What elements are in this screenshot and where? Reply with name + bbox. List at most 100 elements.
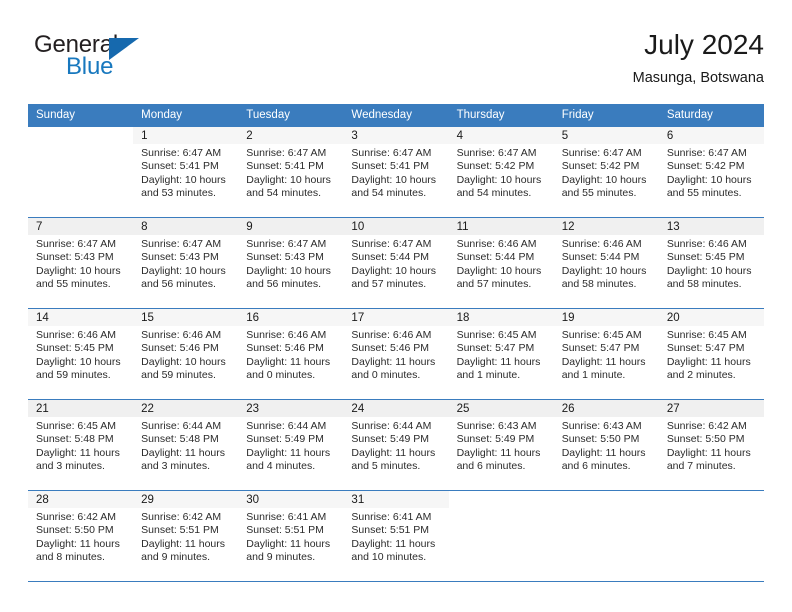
day-cell-inner — [28, 127, 134, 217]
calendar-day-cell[interactable]: 11 Sunrise: 6:46 AM Sunset: 5:44 PM Dayligh… — [448, 217, 554, 309]
day-number — [658, 491, 764, 508]
brand-logo: General Blue — [34, 32, 204, 92]
calendar-table: Sunday Monday Tuesday Wednesday Thursday Frid… — [28, 104, 764, 582]
calendar-day-cell[interactable]: 18 Sunrise: 6:45 AM Sunset: 5:47 PM Dayligh… — [448, 308, 554, 400]
calendar-day-cell[interactable]: 21 Sunrise: 6:45 AM Sunset: 5:48 PM Dayligh… — [28, 399, 134, 491]
sunset-text: Sunset: 5:50 PM — [561, 433, 640, 446]
sunrise-text: Sunrise: 6:46 AM — [666, 238, 747, 250]
day-cell-inner: 11 Sunrise: 6:46 AM Sunset: 5:44 PM Dayligh… — [448, 218, 554, 308]
day-number: 26 — [553, 400, 659, 417]
day-details: Sunrise: 6:45 AM Sunset: 5:47 PM Daylight:… — [659, 326, 764, 383]
calendar-day-cell[interactable]: 25 Sunrise: 6:43 AM Sunset: 5:49 PM Dayligh… — [448, 399, 554, 491]
calendar-day-cell-empty — [448, 490, 554, 582]
calendar-day-cell[interactable]: 22 Sunrise: 6:44 AM Sunset: 5:48 PM Dayligh… — [133, 399, 239, 491]
weekday-header-monday: Monday — [133, 104, 239, 127]
calendar-week-row: 28 Sunrise: 6:42 AM Sunset: 5:50 PM Dayligh… — [28, 490, 764, 582]
day-details: Sunrise: 6:46 AM Sunset: 5:46 PM Daylight:… — [343, 326, 448, 383]
calendar-day-cell[interactable]: 2 Sunrise: 6:47 AM Sunset: 5:41 PM Daylight… — [238, 126, 344, 218]
day-number: 17 — [343, 309, 449, 326]
weekday-header-wednesday: Wednesday — [343, 104, 449, 127]
calendar-day-cell[interactable]: 4 Sunrise: 6:47 AM Sunset: 5:42 PM Daylight… — [448, 126, 554, 218]
calendar-day-cell[interactable]: 15 Sunrise: 6:46 AM Sunset: 5:46 PM Dayligh… — [133, 308, 239, 400]
day-cell-inner: 30 Sunrise: 6:41 AM Sunset: 5:51 PM Dayligh… — [238, 491, 344, 581]
sunset-text: Sunset: 5:50 PM — [666, 433, 745, 446]
day-cell-inner — [448, 491, 554, 581]
weekday-header-tuesday: Tuesday — [238, 104, 344, 127]
calendar-day-cell[interactable]: 7 Sunrise: 6:47 AM Sunset: 5:43 PM Daylight… — [28, 217, 134, 309]
calendar-day-cell[interactable]: 27 Sunrise: 6:42 AM Sunset: 5:50 PM Dayligh… — [658, 399, 764, 491]
sunset-text: Sunset: 5:43 PM — [36, 251, 114, 264]
weekday-header-thursday: Thursday — [448, 104, 554, 127]
day-cell-inner: 29 Sunrise: 6:42 AM Sunset: 5:51 PM Dayligh… — [133, 491, 239, 581]
calendar-day-cell[interactable]: 5 Sunrise: 6:47 AM Sunset: 5:42 PM Daylight… — [553, 126, 659, 218]
day-number: 29 — [133, 491, 239, 508]
daylight-text: Daylight: 11 hours and 0 minutes. — [351, 355, 436, 382]
calendar-day-cell[interactable]: 26 Sunrise: 6:43 AM Sunset: 5:50 PM Dayligh… — [553, 399, 659, 491]
sunrise-text: Sunrise: 6:44 AM — [141, 420, 222, 432]
calendar-day-cell[interactable]: 1 Sunrise: 6:47 AM Sunset: 5:41 PM Daylight… — [133, 126, 239, 218]
calendar-day-cell[interactable]: 23 Sunrise: 6:44 AM Sunset: 5:49 PM Dayligh… — [238, 399, 344, 491]
daylight-text: Daylight: 11 hours and 3 minutes. — [141, 446, 225, 473]
day-details: Sunrise: 6:42 AM Sunset: 5:50 PM Daylight:… — [659, 417, 764, 474]
day-cell-inner: 3 Sunrise: 6:47 AM Sunset: 5:41 PM Daylight… — [343, 127, 449, 217]
calendar-day-cell[interactable]: 20 Sunrise: 6:45 AM Sunset: 5:47 PM Dayligh… — [658, 308, 764, 400]
sunrise-text: Sunrise: 6:45 AM — [456, 329, 537, 341]
daylight-text: Daylight: 10 hours and 58 minutes. — [666, 264, 752, 291]
sunset-text: Sunset: 5:45 PM — [36, 342, 114, 355]
calendar-day-cell[interactable]: 19 Sunrise: 6:45 AM Sunset: 5:47 PM Dayligh… — [553, 308, 659, 400]
calendar-day-cell[interactable]: 31 Sunrise: 6:41 AM Sunset: 5:51 PM Dayligh… — [343, 490, 449, 582]
sunrise-text: Sunrise: 6:47 AM — [351, 147, 432, 159]
calendar-header-row: Sunday Monday Tuesday Wednesday Thursday Frid… — [28, 104, 764, 127]
sunrise-text: Sunrise: 6:47 AM — [666, 147, 747, 159]
sunrise-text: Sunrise: 6:44 AM — [246, 420, 327, 432]
day-details: Sunrise: 6:44 AM Sunset: 5:49 PM Daylight:… — [238, 417, 343, 474]
daylight-text: Daylight: 11 hours and 7 minutes. — [666, 446, 751, 473]
daylight-text: Daylight: 11 hours and 6 minutes. — [456, 446, 541, 473]
calendar-day-cell[interactable]: 24 Sunrise: 6:44 AM Sunset: 5:49 PM Dayligh… — [343, 399, 449, 491]
page-header: General Blue July 2024 Masunga, Botswana — [28, 28, 764, 98]
day-details: Sunrise: 6:47 AM Sunset: 5:43 PM Daylight:… — [28, 235, 133, 292]
day-number: 11 — [448, 218, 554, 235]
sunset-text: Sunset: 5:51 PM — [141, 524, 219, 537]
day-details: Sunrise: 6:42 AM Sunset: 5:51 PM Daylight:… — [133, 508, 238, 565]
calendar-day-cell[interactable]: 9 Sunrise: 6:47 AM Sunset: 5:43 PM Daylight… — [238, 217, 344, 309]
day-number: 15 — [133, 309, 239, 326]
sunrise-text: Sunrise: 6:47 AM — [246, 238, 327, 250]
day-details: Sunrise: 6:47 AM Sunset: 5:43 PM Daylight:… — [133, 235, 238, 292]
calendar-day-cell[interactable]: 10 Sunrise: 6:47 AM Sunset: 5:44 PM Dayligh… — [343, 217, 449, 309]
day-cell-inner: 7 Sunrise: 6:47 AM Sunset: 5:43 PM Daylight… — [28, 218, 134, 308]
calendar-day-cell[interactable]: 16 Sunrise: 6:46 AM Sunset: 5:46 PM Dayligh… — [238, 308, 344, 400]
day-cell-inner: 25 Sunrise: 6:43 AM Sunset: 5:49 PM Dayligh… — [448, 400, 554, 490]
calendar-day-cell[interactable]: 13 Sunrise: 6:46 AM Sunset: 5:45 PM Dayligh… — [658, 217, 764, 309]
day-number: 27 — [658, 400, 764, 417]
daylight-text: Daylight: 10 hours and 55 minutes. — [36, 264, 121, 291]
day-number: 6 — [658, 127, 764, 144]
sunset-text: Sunset: 5:44 PM — [561, 251, 640, 264]
weekday-header-sunday: Sunday — [28, 104, 134, 127]
day-details: Sunrise: 6:45 AM Sunset: 5:47 PM Daylight:… — [449, 326, 554, 383]
page-title: July 2024 — [644, 29, 764, 60]
day-cell-inner: 6 Sunrise: 6:47 AM Sunset: 5:42 PM Daylight… — [658, 127, 764, 217]
title-block: July 2024 Masunga, Botswana — [633, 28, 764, 88]
daylight-text: Daylight: 10 hours and 55 minutes. — [561, 173, 647, 200]
day-details: Sunrise: 6:45 AM Sunset: 5:48 PM Daylight:… — [28, 417, 133, 474]
calendar-day-cell[interactable]: 8 Sunrise: 6:47 AM Sunset: 5:43 PM Daylight… — [133, 217, 239, 309]
sunset-text: Sunset: 5:43 PM — [246, 251, 324, 264]
calendar-day-cell[interactable]: 14 Sunrise: 6:46 AM Sunset: 5:45 PM Dayligh… — [28, 308, 134, 400]
day-details: Sunrise: 6:46 AM Sunset: 5:45 PM Daylight:… — [659, 235, 764, 292]
day-cell-inner: 14 Sunrise: 6:46 AM Sunset: 5:45 PM Dayligh… — [28, 309, 134, 399]
calendar-day-cell[interactable]: 3 Sunrise: 6:47 AM Sunset: 5:41 PM Daylight… — [343, 126, 449, 218]
calendar-day-cell[interactable]: 12 Sunrise: 6:46 AM Sunset: 5:44 PM Dayligh… — [553, 217, 659, 309]
day-cell-inner: 22 Sunrise: 6:44 AM Sunset: 5:48 PM Dayligh… — [133, 400, 239, 490]
calendar-day-cell[interactable]: 17 Sunrise: 6:46 AM Sunset: 5:46 PM Dayligh… — [343, 308, 449, 400]
calendar-day-cell[interactable]: 29 Sunrise: 6:42 AM Sunset: 5:51 PM Dayligh… — [133, 490, 239, 582]
calendar-day-cell[interactable]: 28 Sunrise: 6:42 AM Sunset: 5:50 PM Dayligh… — [28, 490, 134, 582]
sunrise-text: Sunrise: 6:41 AM — [246, 511, 327, 523]
sunrise-text: Sunrise: 6:47 AM — [141, 147, 222, 159]
day-number: 19 — [553, 309, 659, 326]
calendar-page: General Blue July 2024 Masunga, Botswana… — [0, 0, 792, 612]
calendar-day-cell[interactable]: 30 Sunrise: 6:41 AM Sunset: 5:51 PM Dayligh… — [238, 490, 344, 582]
day-details: Sunrise: 6:47 AM Sunset: 5:41 PM Daylight:… — [343, 144, 448, 201]
day-cell-inner: 21 Sunrise: 6:45 AM Sunset: 5:48 PM Dayligh… — [28, 400, 134, 490]
calendar-day-cell[interactable]: 6 Sunrise: 6:47 AM Sunset: 5:42 PM Daylight… — [658, 126, 764, 218]
